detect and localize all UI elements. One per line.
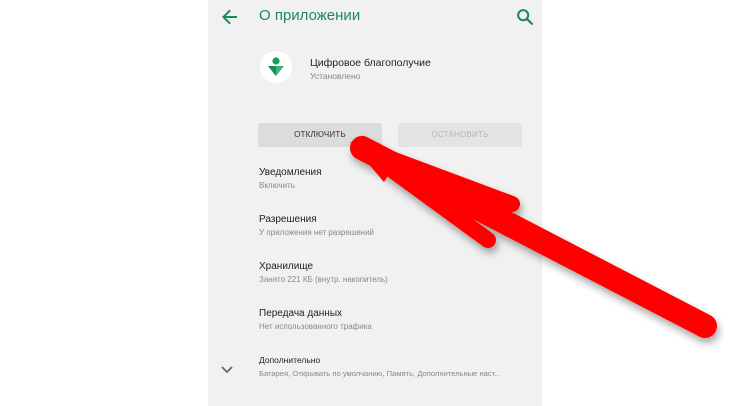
settings-item-storage[interactable]: Хранилище Занято 221 КБ (внутр. накопите… [208, 258, 542, 298]
settings-item-advanced[interactable]: Дополнительно Батарея, Открывать по умол… [208, 352, 542, 392]
search-button[interactable] [514, 6, 536, 28]
settings-item-subtitle: Включить [259, 181, 295, 190]
settings-item-title: Уведомления [259, 167, 322, 178]
settings-item-title: Дополнительно [259, 355, 321, 365]
settings-item-title: Передача данных [259, 308, 343, 319]
page-title: О приложении [259, 7, 361, 24]
settings-item-notifications[interactable]: Уведомления Включить [208, 164, 542, 204]
app-install-status: Установлено [310, 71, 361, 81]
digital-wellbeing-icon [268, 57, 284, 76]
settings-item-subtitle: Нет использованного трафика [259, 322, 372, 331]
screenshot-stage: О приложении Цифровое благополучие Устан… [0, 0, 750, 406]
app-name: Цифровое благополучие [310, 57, 431, 69]
settings-item-title: Разрешения [259, 214, 317, 225]
arrow-back-icon [222, 9, 237, 25]
settings-item-permissions[interactable]: Разрешения У приложения нет разрешений [208, 211, 542, 251]
app-info-screen: О приложении Цифровое благополучие Устан… [208, 0, 542, 406]
force-stop-button[interactable]: ОСТАНОВИТЬ [398, 123, 522, 147]
disable-button[interactable]: ОТКЛЮЧИТЬ [258, 123, 382, 147]
settings-item-title: Хранилище [259, 261, 313, 272]
app-icon-container [260, 51, 292, 83]
chevron-down-icon [220, 362, 234, 374]
search-icon [517, 9, 533, 25]
back-button[interactable] [218, 5, 242, 29]
settings-item-data-usage[interactable]: Передача данных Нет использованного траф… [208, 305, 542, 345]
settings-item-subtitle: Батарея, Открывать по умолчанию, Память,… [259, 369, 501, 378]
settings-item-subtitle: У приложения нет разрешений [259, 228, 374, 237]
app-bar: О приложении [208, 0, 542, 36]
settings-item-subtitle: Занято 221 КБ (внутр. накопитель) [259, 275, 388, 284]
